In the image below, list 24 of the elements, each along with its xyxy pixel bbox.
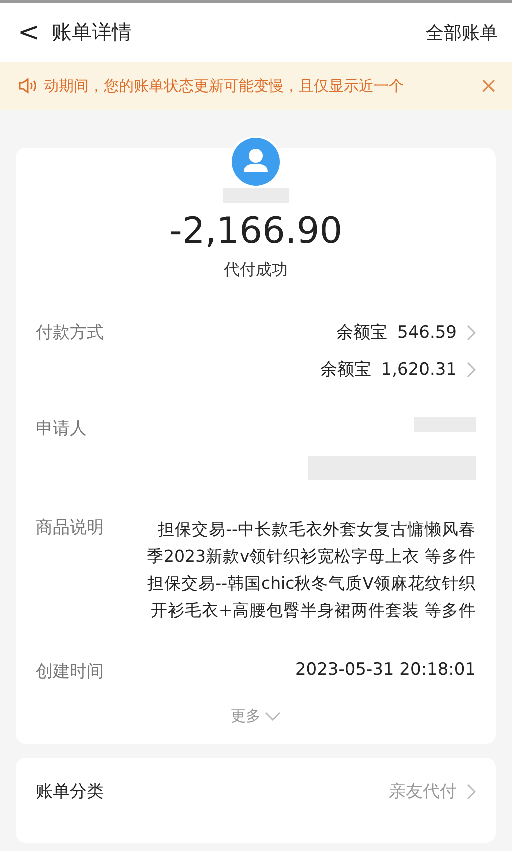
page-title: 账单详情 [52, 19, 133, 46]
detail-value: 2023-05-31 20:18:01 [295, 660, 476, 680]
product-description: 担保交易--中长款毛衣外套女复古慵懒风春 季2023新款v领针织衫宽松字母上衣 等多件 [146, 519, 476, 568]
detail-label: 创建时间 [36, 661, 104, 683]
chevron-right-icon [467, 324, 476, 340]
detail-label: 申请人 [36, 418, 87, 440]
chevron-right-icon [467, 784, 476, 800]
notice-text: 动期间，您的账单状态更新可能变慢，且仅显示近一个 [44, 76, 405, 96]
payment-amount: 1,620.31 [381, 360, 457, 380]
all-bills-link[interactable]: 全部账单 [426, 20, 498, 44]
speaker-icon [18, 78, 38, 94]
category-label: 账单分类 [36, 781, 104, 803]
detail-label: 商品说明 [36, 517, 104, 539]
product-description: 担保交易--韩国chic秋冬气质V领麻花纹针织 开衫毛衣+高腰包臀半身裙两件套装 等多件 [148, 573, 476, 622]
chevron-down-icon [265, 712, 281, 721]
category-value: 亲友代付 [389, 781, 457, 803]
payment-method: 余额宝 [320, 359, 372, 381]
payment-amount: 546.59 [398, 322, 457, 342]
status-text: 代付成功 [224, 260, 288, 281]
payment-method: 余额宝 [336, 322, 388, 344]
back-button[interactable]: < [18, 18, 52, 48]
chevron-right-icon [467, 362, 476, 378]
amount-text: -2,166.90 [169, 211, 343, 252]
detail-label: 付款方式 [36, 322, 104, 344]
